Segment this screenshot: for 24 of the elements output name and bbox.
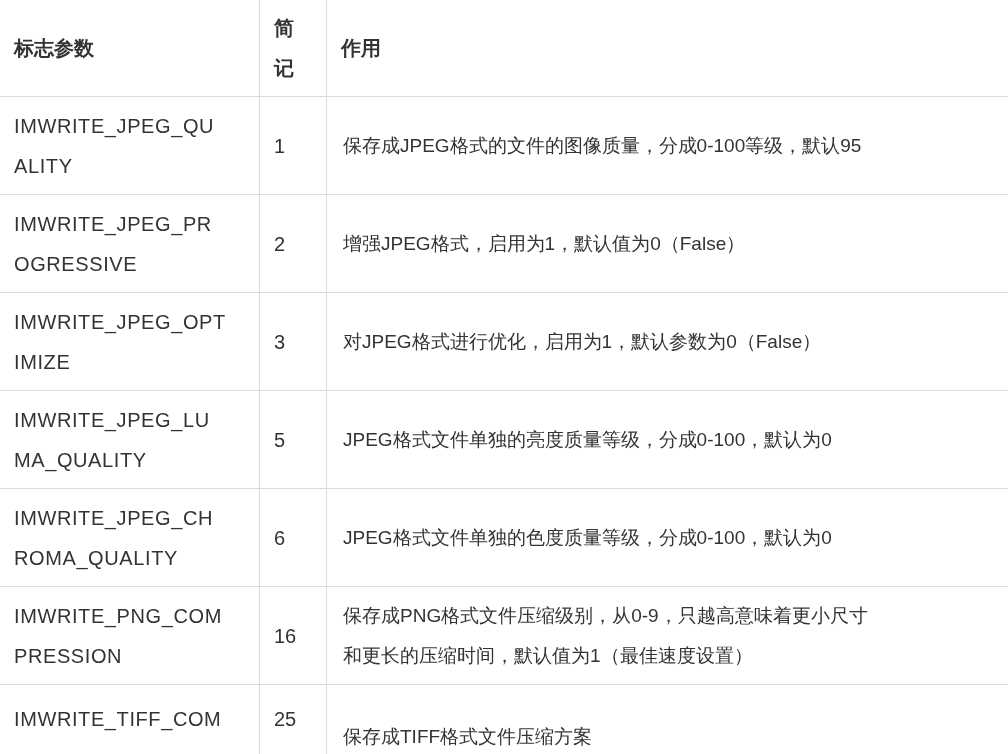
table-cell-text: JPEG格式文件单独的色度质量等级，分成0-100，默认为0	[343, 525, 832, 550]
table-cell-text: IMWRITE_JPEG_LU MA_QUALITY	[14, 407, 210, 474]
table-cell-text: 保存成TIFF格式文件压缩方案	[343, 725, 593, 749]
column-header: 作用	[341, 36, 381, 61]
table-cell-text: 6	[274, 525, 286, 551]
table-cell-text: 保存成PNG格式文件压缩级别，从0-9，只越高意味着更小尺寸 和更长的压缩时间，默认值为1（最佳速度设置）	[343, 603, 868, 668]
table-cell-text: IMWRITE_TIFF_COM	[14, 707, 222, 733]
table-cell-text: IMWRITE_JPEG_CH ROMA_QUALITY	[14, 505, 214, 572]
column-header: 标志参数	[14, 36, 94, 61]
table-cell-text: IMWRITE_JPEG_OPT IMIZE	[14, 309, 226, 375]
table-cell-text: IMWRITE_JPEG_QU ALITY	[14, 113, 215, 179]
table-cell-text: 保存成JPEG格式的文件的图像质量，分成0-100等级，默认95	[343, 133, 862, 158]
table-cell-text: IMWRITE_JPEG_PR OGRESSIVE	[14, 211, 212, 277]
table-cell-text: 对JPEG格式进行优化，启用为1，默认参数为0（False）	[343, 329, 822, 354]
table-cell-text: 2	[274, 231, 286, 257]
table-cell-text: 5	[274, 427, 286, 453]
column-header: 简 记	[274, 16, 294, 81]
table-cell-text: IMWRITE_PNG_COM PRESSION	[14, 603, 222, 669]
table-cell-text: 16	[274, 623, 297, 649]
table-cell-text: 25	[274, 707, 297, 732]
table-cell-text: JPEG格式文件单独的亮度质量等级，分成0-100，默认为0	[343, 427, 832, 452]
table-cell-text: 1	[274, 133, 286, 159]
table-cell-text: 增强JPEG格式，启用为1，默认值为0（False）	[343, 231, 746, 256]
table-cell-text: 3	[274, 329, 286, 355]
